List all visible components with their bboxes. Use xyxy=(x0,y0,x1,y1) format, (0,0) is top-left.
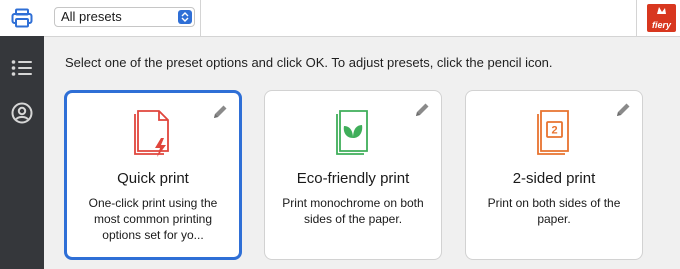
sidebar-item-user[interactable] xyxy=(0,95,44,131)
preset-title: Quick print xyxy=(117,170,189,187)
instruction-text: Select one of the preset options and cli… xyxy=(65,55,553,70)
divider xyxy=(200,0,201,37)
sidebar-item-print[interactable] xyxy=(0,0,44,36)
preset-title: 2-sided print xyxy=(512,170,596,187)
printer-icon xyxy=(11,8,33,28)
preset-description: Print on both sides of the paper. xyxy=(487,196,621,226)
pencil-icon[interactable] xyxy=(211,103,229,121)
preset-description: One-click print using the most common pr… xyxy=(88,196,218,242)
quick-print-icon xyxy=(134,110,169,157)
pencil-icon[interactable] xyxy=(413,101,431,119)
preset-card-2-sided-print[interactable]: 2 2-sided print Print on both sides of t… xyxy=(465,90,643,260)
sidebar xyxy=(0,0,44,269)
preset-title: Eco-friendly print xyxy=(296,170,410,187)
divider xyxy=(636,0,637,37)
preset-select-value: All presets xyxy=(61,9,122,24)
list-icon xyxy=(11,60,32,76)
select-stepper-icon xyxy=(178,10,192,24)
eco-print-icon xyxy=(336,110,368,155)
preset-select[interactable]: All presets xyxy=(54,7,195,27)
fiery-logo: fiery xyxy=(647,4,676,32)
preset-card-eco-friendly-print[interactable]: Eco-friendly print Print monochrome on b… xyxy=(264,90,442,260)
user-icon xyxy=(11,102,33,124)
top-bar: All presets fiery xyxy=(44,0,680,37)
sidebar-item-list[interactable] xyxy=(0,50,44,86)
svg-text:2: 2 xyxy=(551,125,557,137)
logo-text: fiery xyxy=(651,20,671,30)
preset-description: Print monochrome on both sides of the pa… xyxy=(282,196,424,226)
preset-card-quick-print[interactable]: Quick print One-click print using the mo… xyxy=(64,90,242,260)
pencil-icon[interactable] xyxy=(614,101,632,119)
duplex-print-icon: 2 xyxy=(537,110,569,155)
